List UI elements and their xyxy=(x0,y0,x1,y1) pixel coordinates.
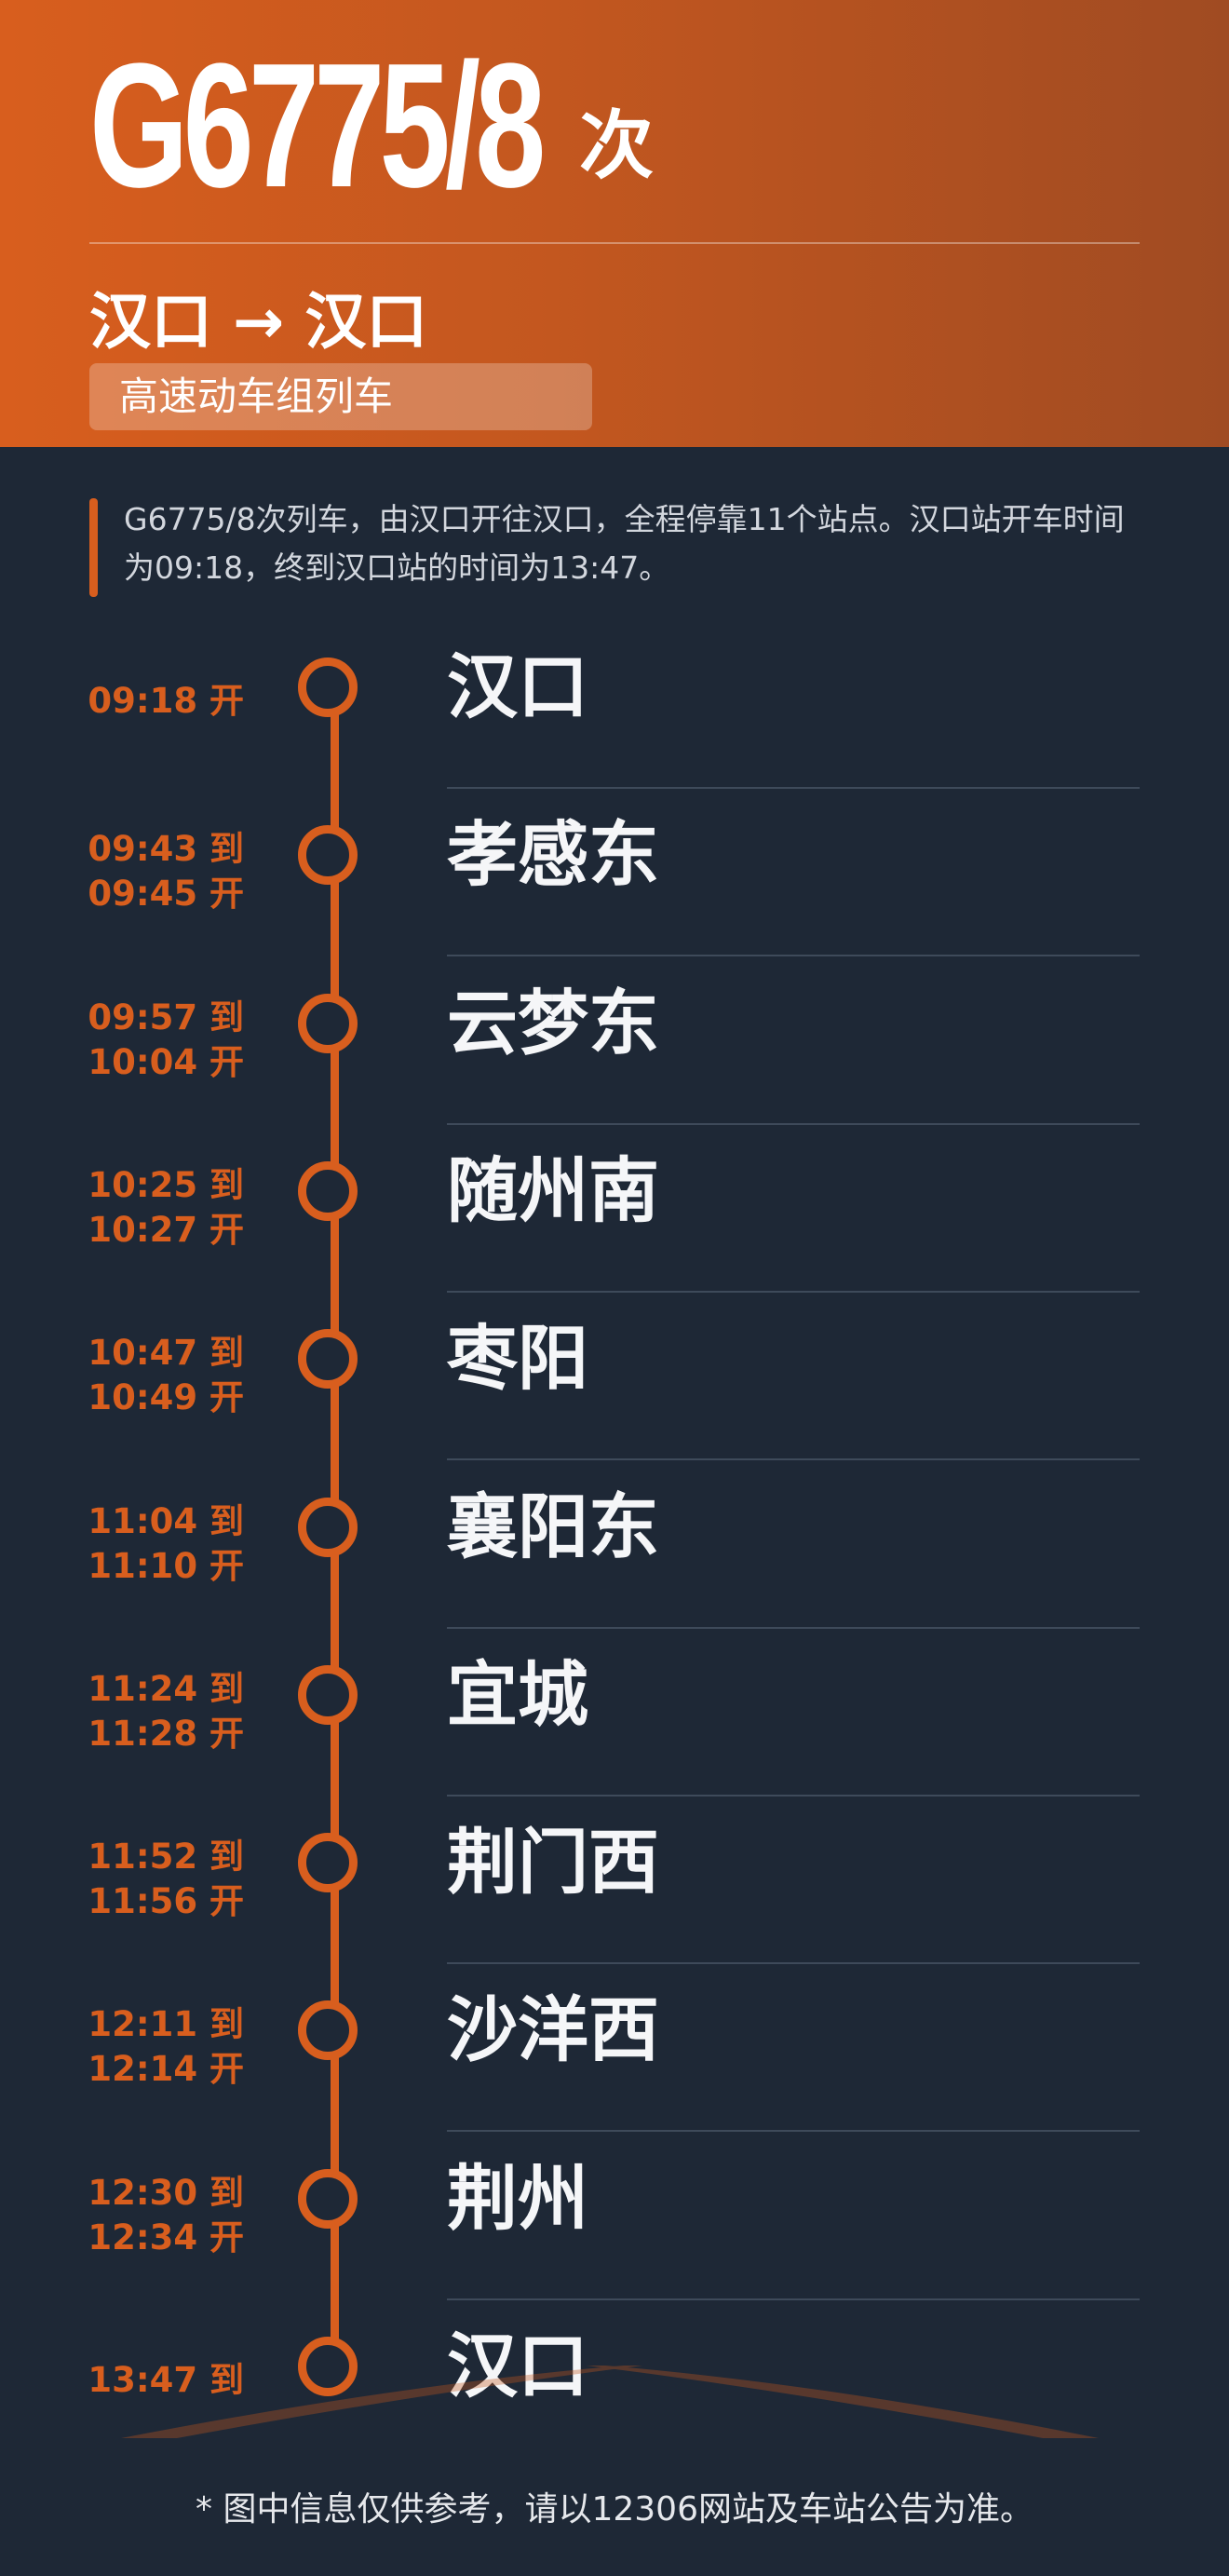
stop-marker-icon xyxy=(298,1160,358,1221)
route: 汉口 → 汉口 xyxy=(89,272,427,361)
stop-arrive-time: 09:43 到 xyxy=(88,829,244,870)
stop-marker-icon xyxy=(298,658,358,717)
train-number: G6775/8 xyxy=(89,27,546,224)
stop-arrive-time: 11:52 到 xyxy=(88,1837,244,1878)
stop-depart-time: 09:45 开 xyxy=(88,874,244,915)
stop-name: 汉口 xyxy=(447,645,588,728)
stop-times: 09:57 到 10:04 开 xyxy=(58,996,244,1085)
stop-divider xyxy=(447,1794,1140,1796)
stop-marker-icon xyxy=(298,2168,358,2229)
stop-times: 12:30 到 12:34 开 xyxy=(58,2171,244,2260)
stop-depart-time: 12:34 开 xyxy=(88,2217,244,2257)
stop-depart-time: 09:18 开 xyxy=(88,681,244,721)
stop-name: 孝感东 xyxy=(447,813,659,897)
stop-divider xyxy=(447,1122,1140,1125)
stop-times: 09:18 开 xyxy=(58,679,244,724)
stop-arrive-time: 12:11 到 xyxy=(88,2004,244,2045)
stop-arrive-time: 10:47 到 xyxy=(88,1333,244,1374)
stop-depart-time: 11:28 开 xyxy=(88,1713,244,1754)
stop-depart-time: 10:49 开 xyxy=(88,1377,244,1418)
stop-arrive-time: 11:04 到 xyxy=(88,1500,244,1541)
stop-name: 云梦东 xyxy=(447,981,659,1064)
stop-depart-time: 11:10 开 xyxy=(88,1545,244,1586)
summary-accent-bar xyxy=(89,498,98,597)
stop-divider xyxy=(447,1458,1140,1461)
stop-arrive-time: 10:25 到 xyxy=(88,1164,244,1205)
stop-marker-icon xyxy=(298,2000,358,2061)
disclaimer-footer: * 图中信息仅供参考，请以12306网站及车站公告为准。 xyxy=(196,2490,1033,2529)
trip-summary: G6775/8次列车，由汉口开往汉口，全程停靠11个站点。汉口站开车时间为09:… xyxy=(124,501,1125,586)
stop-marker-icon xyxy=(298,825,358,886)
stop-times: 11:24 到 11:28 开 xyxy=(58,1667,244,1756)
stop-times: 12:11 到 12:14 开 xyxy=(58,2002,244,2092)
stop-name: 荆门西 xyxy=(447,1821,659,1905)
stop-row: 12:11 到 12:14 开沙洋西 xyxy=(0,1995,1229,2184)
route-origin: 汉口 xyxy=(89,286,212,358)
rail-decoration-icon xyxy=(121,2366,1099,2438)
stop-divider xyxy=(447,2298,1140,2300)
stop-name: 随州南 xyxy=(447,1148,659,1232)
stop-row: 11:04 到 11:10 开襄阳东 xyxy=(0,1491,1229,1681)
stop-depart-time: 10:04 开 xyxy=(88,1041,244,1082)
stop-times: 10:25 到 10:27 开 xyxy=(58,1163,244,1253)
stop-times: 11:52 到 11:56 开 xyxy=(58,1835,244,1924)
stop-marker-icon xyxy=(298,1664,358,1725)
stop-name: 枣阳 xyxy=(447,1317,588,1401)
train-number-suffix: 次 xyxy=(579,102,654,189)
arrow-right-icon: → xyxy=(233,286,285,358)
stop-depart-time: 12:14 开 xyxy=(88,2049,244,2090)
stop-divider xyxy=(447,1290,1140,1293)
stop-divider xyxy=(447,1626,1140,1629)
stop-divider xyxy=(447,955,1140,957)
header-banner: G6775/8 次 汉口 → 汉口 高速动车组列车 xyxy=(0,0,1229,447)
stop-times: 09:43 到 09:45 开 xyxy=(58,827,244,916)
train-type-badge: 高速动车组列车 xyxy=(89,363,592,430)
stop-marker-icon xyxy=(298,1497,358,1557)
stop-row: 12:30 到 12:34 开荆州 xyxy=(0,2162,1229,2352)
stop-name: 沙洋西 xyxy=(447,1988,659,2072)
stop-name: 荆州 xyxy=(447,2156,588,2240)
stop-divider xyxy=(447,787,1140,789)
stop-marker-icon xyxy=(298,1329,358,1390)
stop-divider xyxy=(447,1962,1140,1965)
stop-depart-time: 11:56 开 xyxy=(88,1881,244,1922)
stop-arrive-time: 09:57 到 xyxy=(88,997,244,1037)
train-number-title: G6775/8 次 xyxy=(89,37,654,214)
stop-name: 襄阳东 xyxy=(447,1485,659,1568)
stop-row: 10:25 到 10:27 开随州南 xyxy=(0,1155,1229,1345)
route-destination: 汉口 xyxy=(304,286,428,358)
stop-times: 11:04 到 11:10 开 xyxy=(58,1499,244,1589)
stop-marker-icon xyxy=(298,993,358,1053)
stop-arrive-time: 11:24 到 xyxy=(88,1668,244,1709)
header-divider xyxy=(89,242,1140,244)
stop-depart-time: 10:27 开 xyxy=(88,1209,244,1250)
stop-marker-icon xyxy=(298,1833,358,1893)
stop-divider xyxy=(447,2130,1140,2133)
stop-arrive-time: 12:30 到 xyxy=(88,2172,244,2213)
stop-name: 宜城 xyxy=(447,1652,588,1736)
stop-times: 10:47 到 10:49 开 xyxy=(58,1331,244,1420)
